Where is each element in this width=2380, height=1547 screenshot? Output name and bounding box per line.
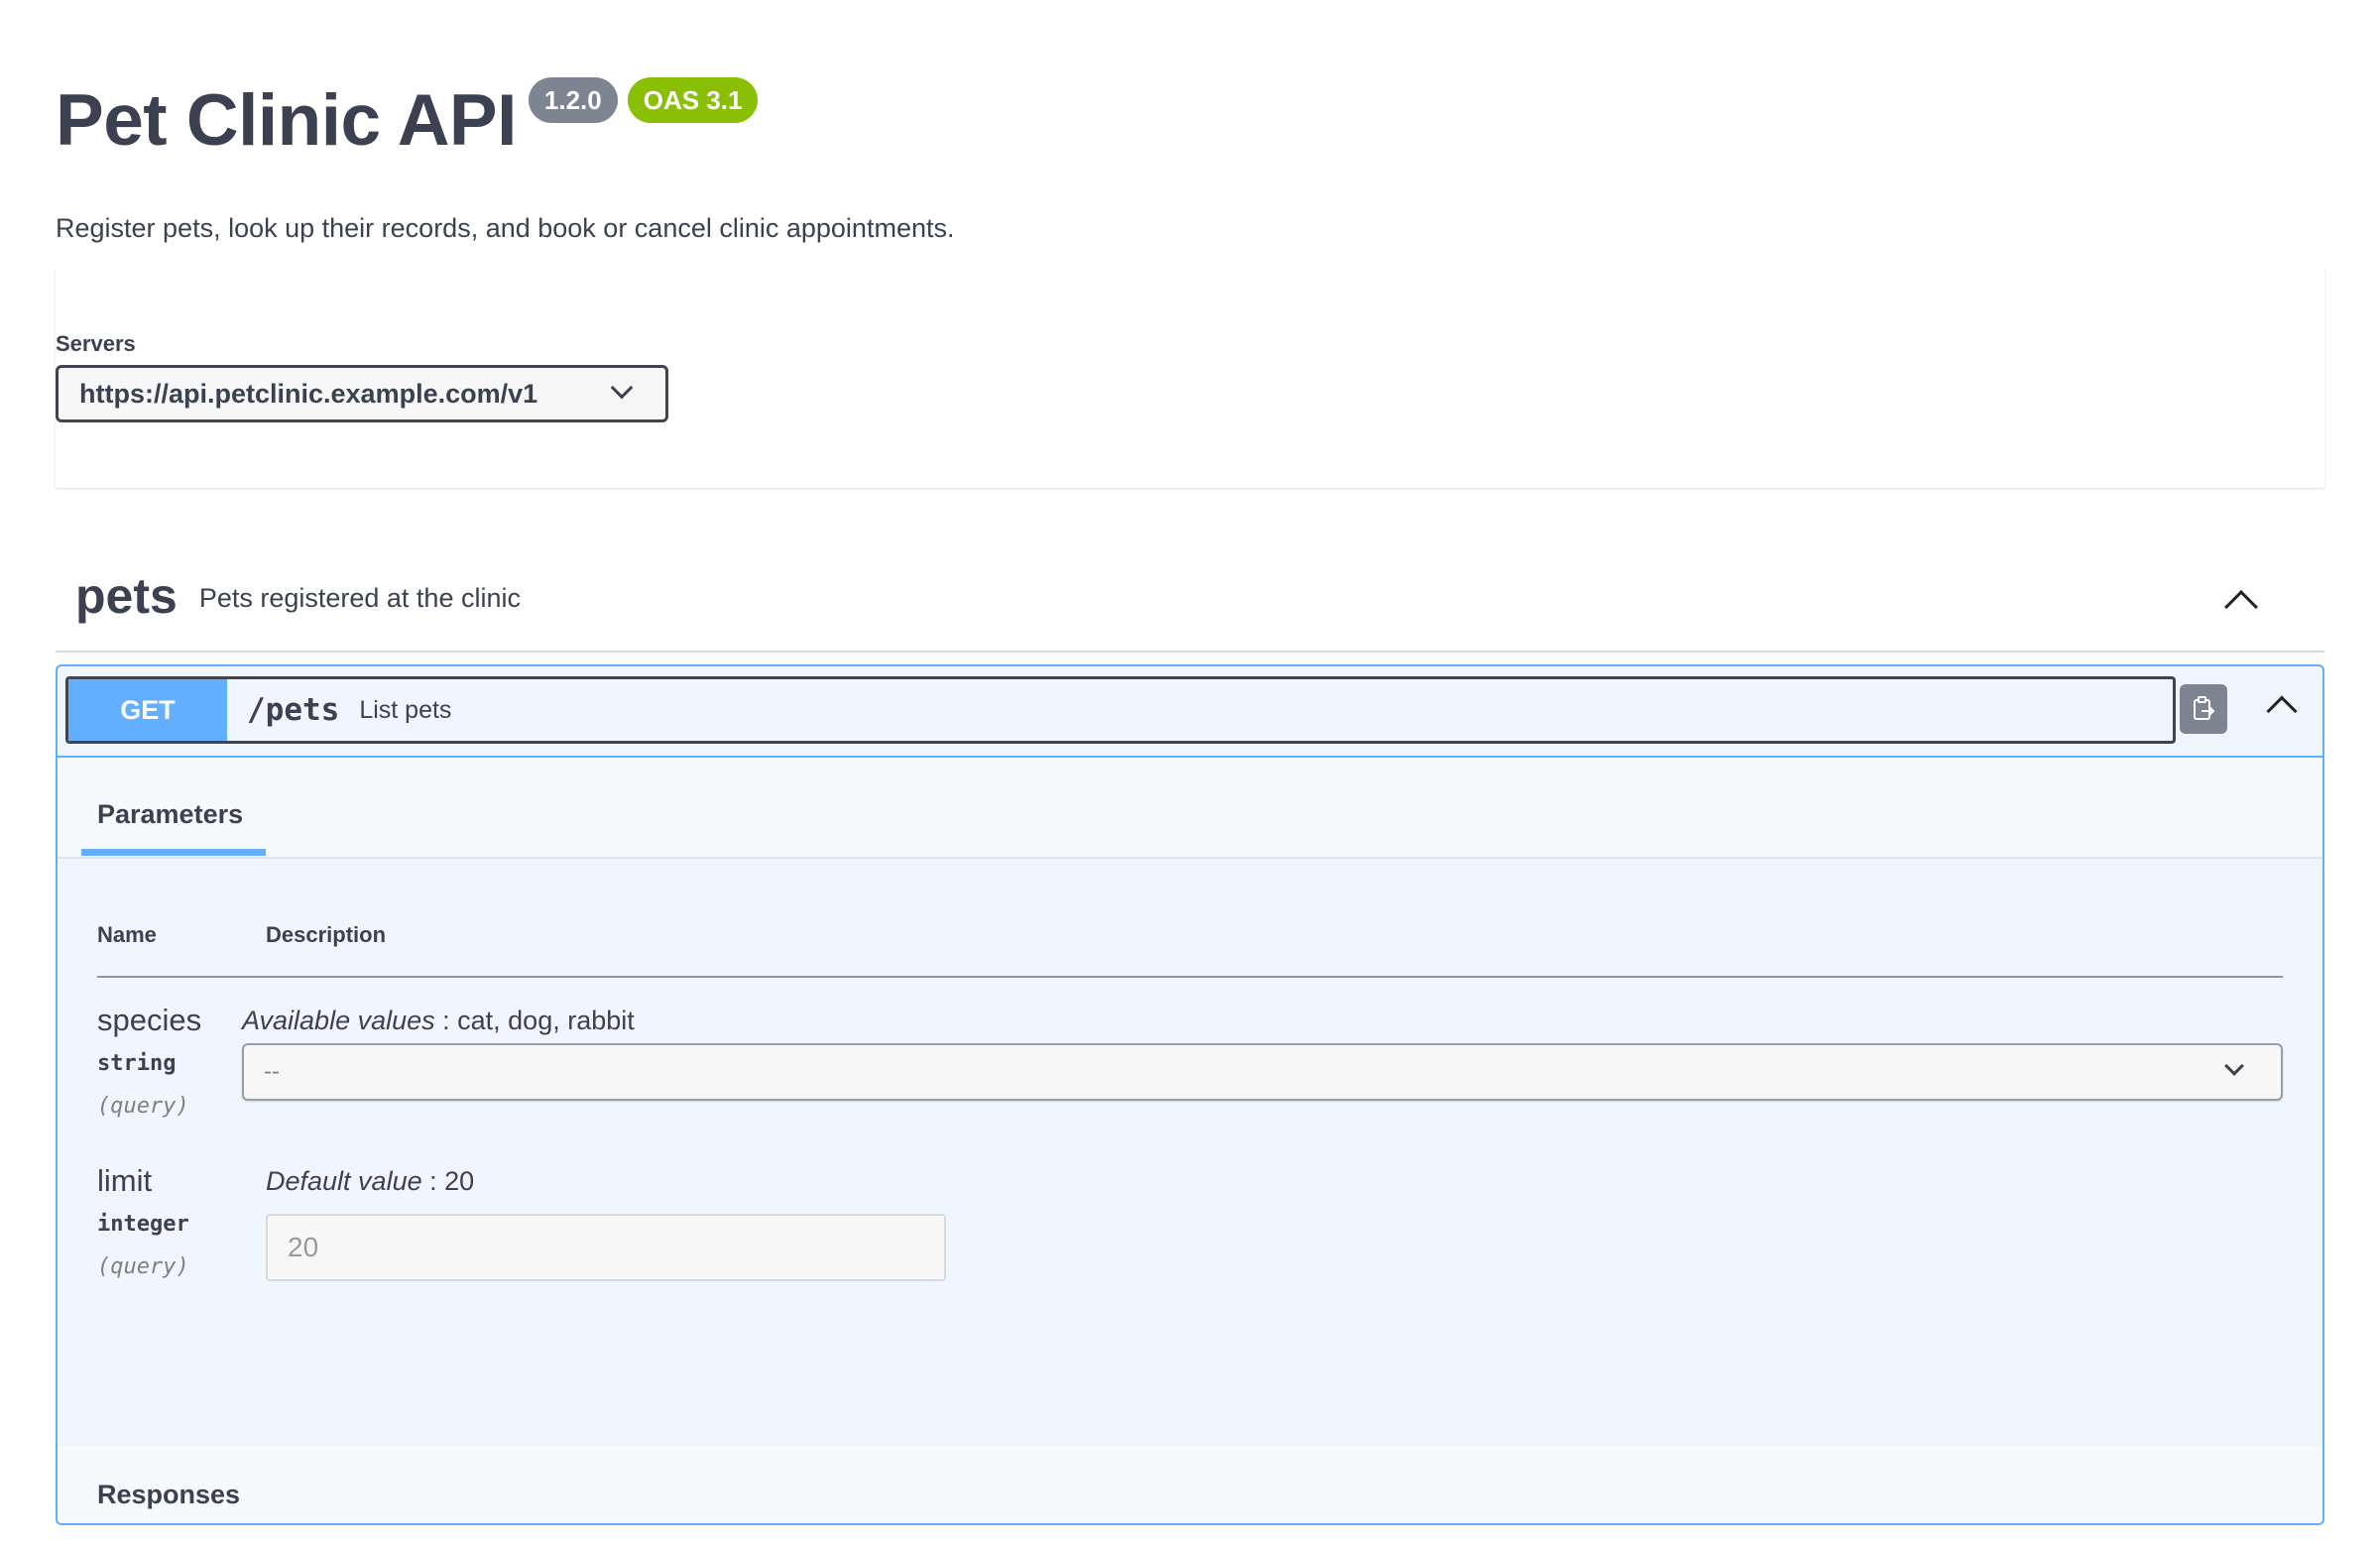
operation-summary-text: List pets <box>359 695 452 724</box>
parameter-description-label: Default value <box>266 1166 422 1196</box>
parameter-type: integer <box>97 1212 189 1237</box>
column-header-description: Description <box>266 922 387 947</box>
servers-selected-value: https://api.petclinic.example.com/v1 <box>79 379 538 409</box>
parameter-description-label: Available values <box>242 1006 435 1035</box>
method-badge: GET <box>68 679 227 741</box>
api-info: Pet Clinic API 1.2.0 OAS 3.1 Register pe… <box>56 0 2324 246</box>
operation-summary-control[interactable]: GET /pets List pets <box>65 676 2176 744</box>
api-description: Register pets, look up their records, an… <box>56 213 955 243</box>
parameter-row-species: species string (query) Available values … <box>97 1002 2283 1119</box>
parameter-location: (query) <box>97 1254 189 1279</box>
tab-active-indicator <box>81 849 266 856</box>
parameter-description: Available values : cat, dog, rabbit <box>242 1002 2283 1039</box>
clipboard-copy-icon <box>2194 696 2215 720</box>
oas-badge: OAS 3.1 <box>627 77 759 123</box>
title-row: Pet Clinic API 1.2.0 OAS 3.1 <box>56 75 2324 167</box>
parameter-description: Default value : 20 <box>266 1162 2283 1200</box>
parameter-detail: Default value : 20 20 <box>266 1162 2283 1281</box>
parameter-name: limit <box>97 1163 153 1198</box>
servers-section: Servers https://api.petclinic.example.co… <box>56 268 2324 488</box>
chevron-down-icon <box>610 376 634 400</box>
parameter-description-value: : 20 <box>421 1166 475 1196</box>
chevron-up-icon[interactable] <box>2266 695 2298 727</box>
swagger-ui-page: Pet Clinic API 1.2.0 OAS 3.1 Register pe… <box>0 0 2380 1547</box>
limit-input[interactable]: 20 <box>266 1214 946 1281</box>
operation-get-pets: GET /pets List pets Parameters Name Desc… <box>56 664 2324 1525</box>
parameter-detail: Available values : cat, dog, rabbit -- <box>242 1002 2283 1119</box>
parameter-description-value: : cat, dog, rabbit <box>434 1006 635 1035</box>
operation-summary: GET /pets List pets <box>58 666 2322 758</box>
species-selected-value: -- <box>264 1058 280 1085</box>
parameters-table-header: Name Description <box>97 922 2283 978</box>
version-badge: 1.2.0 <box>528 77 618 123</box>
species-select[interactable]: -- <box>242 1043 2283 1101</box>
servers-label: Servers <box>56 331 136 356</box>
parameter-location: (query) <box>97 1094 189 1119</box>
column-header-name: Name <box>97 922 157 947</box>
operation-path: /pets <box>247 692 340 728</box>
parameter-type: string <box>97 1051 177 1076</box>
tag-description: Pets registered at the clinic <box>198 582 521 613</box>
parameter-meta: limit integer (query) <box>97 1162 266 1281</box>
chevron-down-icon <box>2224 1056 2244 1076</box>
chevron-up-icon[interactable] <box>2224 590 2258 624</box>
parameter-meta: species string (query) <box>97 1002 242 1119</box>
tab-parameters[interactable]: Parameters <box>97 799 243 830</box>
parameter-name: species <box>97 1003 202 1037</box>
copy-path-button[interactable] <box>2180 684 2227 734</box>
parameter-row-limit: limit integer (query) Default value : 20… <box>97 1162 2283 1281</box>
servers-select[interactable]: https://api.petclinic.example.com/v1 <box>56 365 668 422</box>
api-title: Pet Clinic API <box>56 80 517 161</box>
tag-header-pets[interactable]: pets Pets registered at the clinic <box>56 541 2324 653</box>
operation-tab-header: Parameters <box>58 758 2322 859</box>
responses-header: Responses <box>58 1446 2322 1523</box>
tag-name: pets <box>75 568 178 624</box>
parameters-table: Name Description species string (query) … <box>58 859 2322 1446</box>
